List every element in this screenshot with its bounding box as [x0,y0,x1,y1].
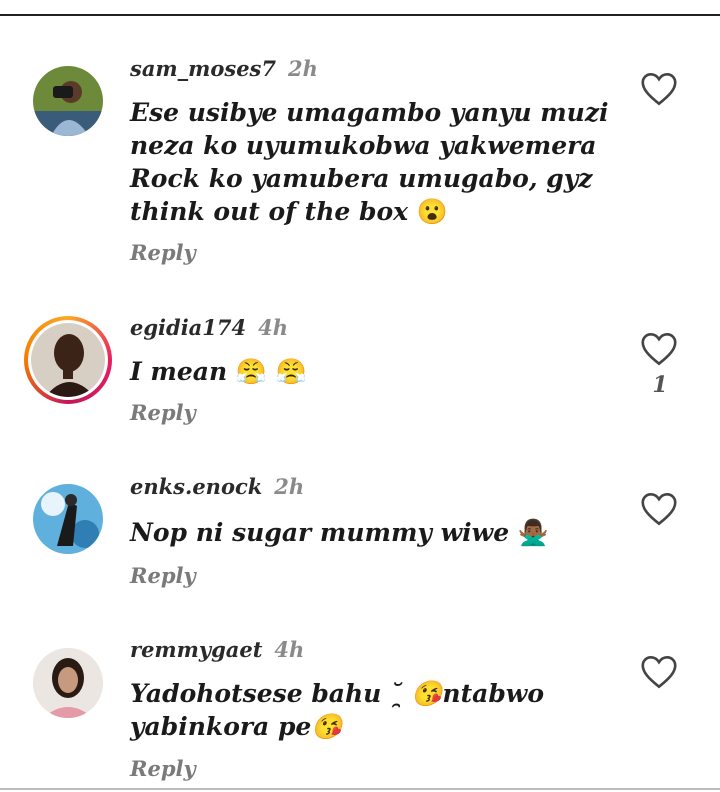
comment-header: enks.enock 2h [130,474,304,499]
avatar-photo [33,484,103,554]
heart-outline-icon[interactable] [640,655,678,689]
comment-text: Ese usibye umagambo yanyu muzi neza ko u… [130,96,630,228]
reply-button[interactable]: Reply [130,400,196,425]
timestamp: 2h [288,56,318,81]
emoji: 🙅🏾‍♂️ [517,518,549,547]
comment-text: Nop ni sugar mummy wiwe 🙅🏾‍♂️ [130,516,630,549]
bottom-divider [0,788,720,790]
username[interactable]: enks.enock [130,474,262,499]
comment-header: egidia174 4h [130,315,288,340]
comment-header: remmygaet 4h [130,637,304,662]
comment-text: Yadohotsese bahu ˘̯ 😘ntabwo yabinkora pe… [130,677,630,743]
avatar-photo [33,66,103,136]
comment-body: Nop ni sugar mummy wiwe [130,518,510,547]
username[interactable]: sam_moses7 [130,56,276,81]
reply-button[interactable]: Reply [130,240,196,265]
timestamp: 2h [274,474,305,499]
comment-body: Ese usibye umagambo yanyu muzi neza ko u… [130,98,609,226]
timestamp: 4h [258,315,289,340]
emoji: 😤 😤 [235,357,307,386]
comment-text: I mean 😤 😤 [130,355,630,388]
avatar[interactable] [33,648,103,718]
timestamp: 4h [274,637,305,662]
username[interactable]: egidia174 [130,315,246,340]
top-divider [0,14,720,16]
avatar[interactable] [33,484,103,554]
heart-outline-icon[interactable] [640,492,678,526]
comment-body: Yadohotsese bahu ˘̯ 😘ntabwo yabinkora pe… [130,679,544,741]
username[interactable]: remmygaet [130,637,262,662]
avatar-photo [33,648,103,718]
avatar[interactable] [33,66,103,136]
heart-outline-icon[interactable] [640,72,678,106]
reply-button[interactable]: Reply [130,756,196,781]
avatar-story-ring[interactable] [24,316,112,404]
comment-body: I mean [130,357,228,386]
comment-header: sam_moses7 2h [130,56,318,81]
avatar-photo [31,323,105,397]
like-count: 1 [652,372,668,398]
emoji: 😮 [416,197,448,226]
heart-outline-icon[interactable] [640,332,678,366]
reply-button[interactable]: Reply [130,563,196,588]
